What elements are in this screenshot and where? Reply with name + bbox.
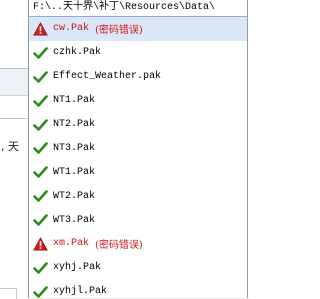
list-item[interactable]: NT2.Pak [29, 113, 247, 137]
list-item[interactable]: WT2.Pak [29, 184, 247, 208]
file-name: xyhjl.Pak [53, 286, 108, 298]
file-name: WT1.Pak [53, 166, 96, 178]
right-background [248, 0, 277, 298]
password-error-label: (密码错误) [95, 25, 143, 37]
list-item[interactable]: czhk.Pak [29, 41, 247, 65]
password-error-label: (密码错误) [95, 240, 143, 252]
check-icon [33, 213, 48, 227]
check-icon [33, 261, 48, 275]
warning-icon [33, 237, 48, 251]
background-window: , 天 [0, 0, 28, 299]
warning-icon [33, 22, 48, 36]
list-item[interactable]: cw.Pak (密码错误) [29, 17, 247, 41]
list-item[interactable]: NT1.Pak [29, 89, 247, 113]
current-path: F:\..天十界\补丁\Resources\Data\ [29, 0, 247, 17]
file-name: NT2.Pak [53, 119, 96, 130]
list-item[interactable]: WT3.Pak [29, 208, 247, 232]
background-toolbar-band [0, 68, 28, 96]
file-list: cw.Pak (密码错误) czhk.Pak Effect_Weather.pak NT… [29, 17, 247, 298]
check-icon [33, 94, 48, 108]
list-item[interactable]: xyhj.Pak [29, 256, 247, 280]
file-name: xm.Pak [53, 238, 90, 250]
file-name: xyhj.Pak [53, 262, 102, 274]
check-icon [33, 118, 48, 132]
list-item[interactable]: WT1.Pak [29, 160, 247, 184]
check-icon [33, 46, 48, 60]
background-divider [0, 118, 28, 119]
file-name: cw.Pak [53, 23, 90, 35]
background-partial-text: , 天 [1, 140, 19, 153]
list-item[interactable]: NT3.Pak [29, 136, 247, 160]
file-dropdown-list[interactable]: F:\..天十界\补丁\Resources\Data\ cw.Pak (密码错误)… [28, 0, 248, 298]
file-name: WT2.Pak [53, 190, 96, 202]
check-icon [33, 189, 48, 203]
file-name: WT3.Pak [53, 214, 96, 226]
file-name: NT3.Pak [53, 142, 96, 154]
check-icon [33, 285, 48, 298]
file-name: czhk.Pak [53, 47, 102, 59]
list-item[interactable]: xm.Pak (密码错误) [29, 232, 247, 256]
list-item[interactable]: xyhjl.Pak [29, 280, 247, 298]
check-icon [33, 165, 48, 179]
file-name: NT1.Pak [53, 95, 96, 107]
list-item[interactable]: Effect_Weather.pak [29, 65, 247, 89]
check-icon [33, 70, 48, 84]
check-icon [33, 141, 48, 155]
file-name: Effect_Weather.pak [53, 71, 162, 83]
background-corner [0, 288, 17, 299]
